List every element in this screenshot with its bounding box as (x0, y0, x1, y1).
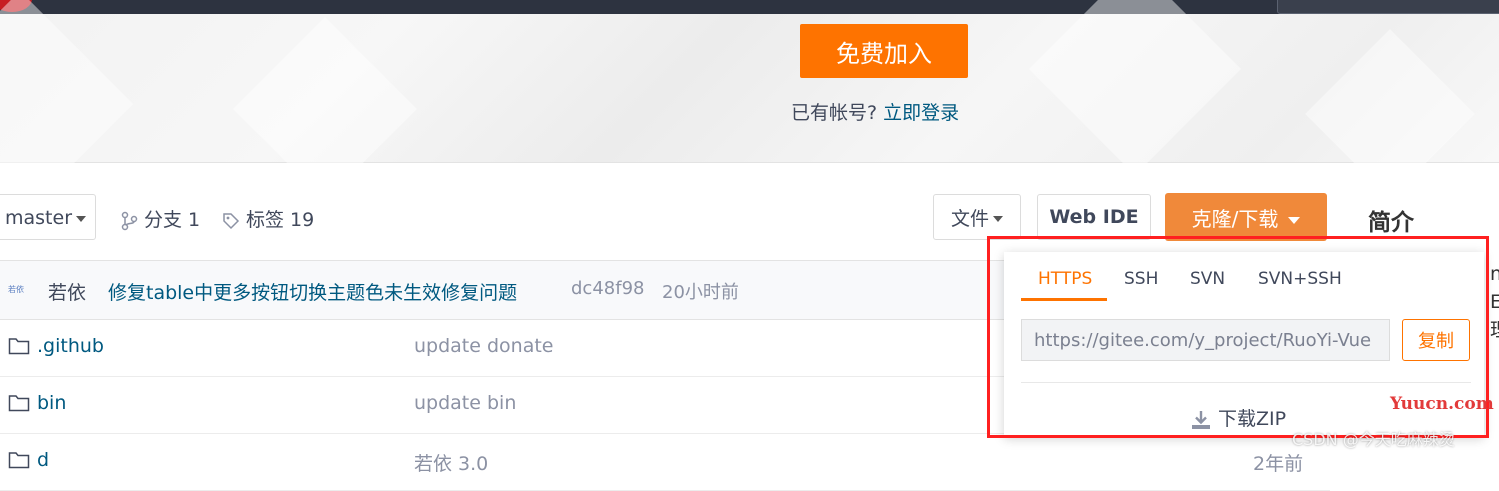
file-name[interactable]: bin (37, 392, 66, 414)
folder-icon (8, 338, 30, 355)
login-prompt: 已有帐号? 立即登录 (791, 98, 959, 125)
tab-ssh[interactable]: SSH (1124, 268, 1158, 300)
clone-url-input[interactable] (1021, 319, 1390, 361)
signup-banner: 免费加入 已有帐号? 立即登录 (0, 0, 1499, 218)
branches-label: 分支 1 (144, 209, 201, 231)
tag-icon (223, 212, 240, 229)
file-commit-time: 2年前 (1253, 453, 1304, 475)
clipped-text: E (1490, 291, 1499, 313)
has-account-text: 已有帐号? (791, 102, 878, 124)
web-ide-button[interactable]: Web IDE (1037, 194, 1151, 240)
file-name[interactable]: .github (37, 335, 104, 357)
download-zip-link[interactable]: 下载ZIP (1190, 404, 1286, 431)
nav-search-input[interactable] (1277, 0, 1499, 14)
folder-icon (8, 452, 30, 469)
folder-icon (8, 395, 30, 412)
branch-icon (121, 211, 138, 230)
login-link[interactable]: 立即登录 (883, 102, 959, 124)
tags-label: 标签 19 (246, 209, 315, 231)
commit-message[interactable]: 修复table中更多按钮切换主题色未生效修复问题 (108, 278, 517, 305)
branches-link[interactable]: 分支 1 (120, 205, 200, 232)
clone-label: 克隆/下载 (1191, 206, 1279, 231)
copy-button[interactable]: 复制 (1402, 319, 1470, 361)
avatar[interactable]: 若依 (8, 283, 38, 297)
banner-decor-shape (1305, 29, 1475, 199)
file-commit-message[interactable]: 若依 3.0 (414, 449, 488, 476)
commit-time: 20小时前 (662, 282, 739, 303)
banner-decor-shape (0, 0, 134, 218)
file-row[interactable]: d 若依 3.0 2年前 (0, 434, 1330, 491)
sidebar-description-clipped: ng E 理 (1490, 260, 1499, 344)
csdn-watermark: CSDN @今天吃麻辣烫 (1292, 430, 1455, 449)
chevron-down-icon (1288, 216, 1301, 224)
files-dropdown-button[interactable]: 文件 (933, 194, 1021, 240)
banner-decor-shape (233, 17, 417, 201)
download-zip-label: 下载ZIP (1218, 408, 1287, 430)
site-watermark: Yuucn.com (1390, 394, 1494, 414)
banner-decor-shape (1028, 0, 1242, 176)
file-commit-message[interactable]: update bin (414, 392, 516, 414)
download-icon (1192, 410, 1210, 429)
divider (1021, 382, 1471, 383)
chevron-down-icon (76, 215, 87, 222)
clipped-text: ng (1490, 263, 1499, 285)
file-commit-message[interactable]: update donate (414, 335, 554, 357)
signup-button[interactable]: 免费加入 (800, 24, 968, 78)
tab-svn-ssh[interactable]: SVN+SSH (1258, 268, 1342, 300)
commit-hash[interactable]: dc48f98 (571, 278, 644, 299)
files-label: 文件 (950, 207, 989, 230)
avatar-text: 若依 (8, 285, 24, 294)
intro-heading: 简介 (1368, 210, 1414, 236)
commit-author[interactable]: 若依 (48, 278, 86, 305)
file-name[interactable]: d (37, 449, 49, 471)
clipped-text: 理 (1490, 316, 1499, 344)
active-tab-indicator (1021, 298, 1107, 301)
top-navbar (0, 0, 1499, 14)
branch-name: master (5, 207, 73, 229)
tab-svn[interactable]: SVN (1190, 268, 1225, 300)
clone-download-button[interactable]: 克隆/下载 (1165, 193, 1327, 241)
tab-https[interactable]: HTTPS (1038, 268, 1092, 300)
protocol-tabs: HTTPS SSH SVN SVN+SSH (1021, 268, 1471, 300)
chevron-down-icon (993, 216, 1003, 222)
branch-select[interactable]: master (0, 194, 96, 240)
tags-link[interactable]: 标签 19 (222, 205, 314, 232)
